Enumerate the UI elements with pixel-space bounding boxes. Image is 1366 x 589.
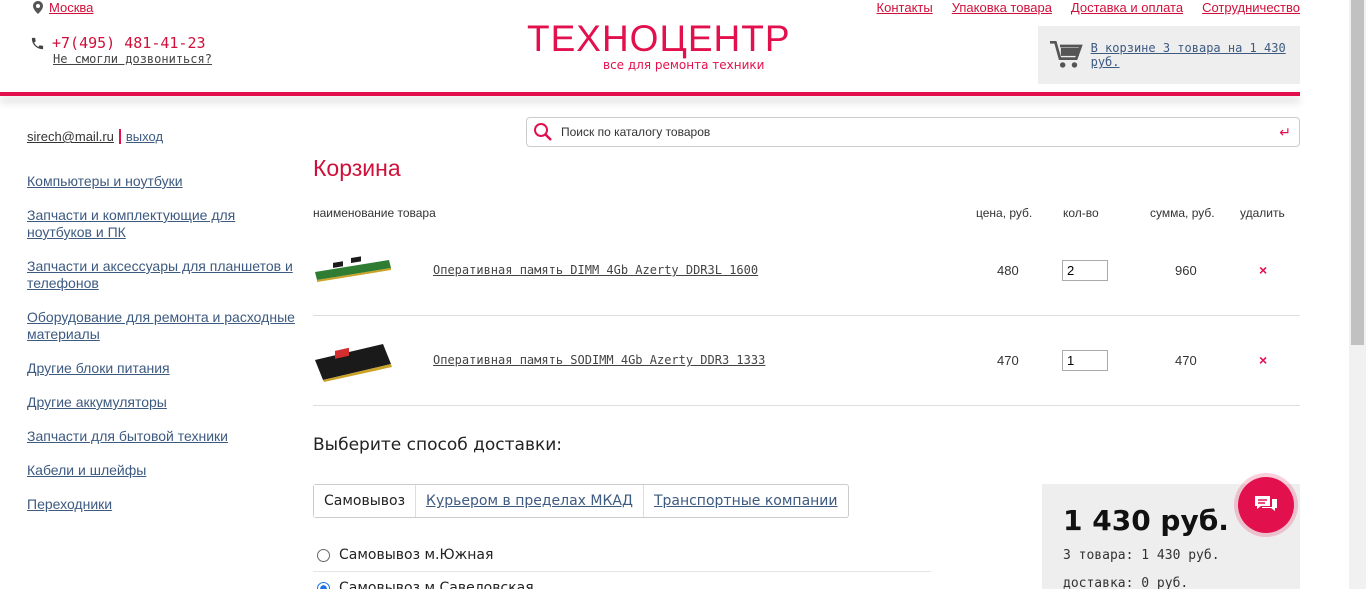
category-pc-parts[interactable]: Запчасти и комплектующие для ноутбуков и… bbox=[27, 207, 297, 241]
category-computers[interactable]: Компьютеры и ноутбуки bbox=[27, 173, 297, 190]
scrollbar-thumb[interactable] bbox=[1351, 0, 1364, 345]
column-qty: кол-во bbox=[1063, 206, 1099, 220]
pickup-option[interactable]: Самовывоз м.Южная bbox=[317, 547, 493, 563]
quantity-input[interactable] bbox=[1062, 350, 1108, 371]
quantity-input[interactable] bbox=[1062, 260, 1108, 281]
delete-icon[interactable]: × bbox=[1259, 352, 1267, 368]
radio-button-selected[interactable] bbox=[317, 581, 330, 589]
city-label[interactable]: Москва bbox=[49, 0, 93, 15]
cart-item-name[interactable]: Оперативная память DIMM 4Gb Azerty DDR3L… bbox=[433, 263, 758, 277]
tab-courier[interactable]: Курьером в пределах МКАД bbox=[416, 485, 644, 517]
chat-icon bbox=[1255, 496, 1277, 511]
top-nav: Контакты Упаковка товара Доставка и опла… bbox=[877, 0, 1300, 15]
delete-icon[interactable]: × bbox=[1259, 262, 1267, 278]
header-cart-summary[interactable]: В корзине 3 товара на 1 430 руб. bbox=[1091, 41, 1300, 69]
location-pin-icon bbox=[33, 1, 43, 14]
phone-icon bbox=[31, 37, 44, 49]
chat-button[interactable] bbox=[1234, 473, 1298, 537]
header-divider bbox=[0, 92, 1300, 96]
tab-transport[interactable]: Транспортные компании bbox=[644, 485, 848, 517]
category-adapters[interactable]: Переходники bbox=[27, 496, 297, 513]
logout-link[interactable]: выход bbox=[126, 129, 163, 144]
order-delivery-cost: доставка: 0 руб. bbox=[1063, 576, 1189, 589]
order-total: 1 430 руб. bbox=[1063, 504, 1229, 537]
cart-item-price: 470 bbox=[997, 353, 1019, 368]
nav-contacts[interactable]: Контакты bbox=[877, 0, 933, 15]
category-menu: Компьютеры и ноутбуки Запчасти и комплек… bbox=[27, 173, 297, 513]
ram-dimm-image[interactable] bbox=[313, 256, 393, 286]
category-cables[interactable]: Кабели и шлейфы bbox=[27, 462, 297, 479]
user-email[interactable]: sirech@mail.ru bbox=[27, 129, 114, 144]
ram-sodimm-image[interactable] bbox=[313, 340, 393, 382]
nav-cooperation[interactable]: Сотрудничество bbox=[1202, 0, 1300, 15]
cart-item-sum: 960 bbox=[1175, 263, 1197, 278]
option-divider bbox=[313, 571, 931, 572]
category-batteries[interactable]: Другие аккумуляторы bbox=[27, 394, 297, 411]
logo-slogan: все для ремонта техники bbox=[603, 58, 765, 72]
phone-number[interactable]: +7(495) 481-41-23 bbox=[52, 34, 206, 52]
search-icon bbox=[534, 123, 552, 141]
page-title: Корзина bbox=[313, 155, 401, 181]
delivery-tabs: Самовывоз Курьером в пределах МКАД Транс… bbox=[313, 484, 849, 518]
category-power-supplies[interactable]: Другие блоки питания bbox=[27, 360, 297, 377]
header-cart[interactable]: В корзине 3 товара на 1 430 руб. bbox=[1038, 26, 1300, 84]
column-sum: сумма, руб. bbox=[1150, 206, 1215, 220]
nav-delivery[interactable]: Доставка и оплата bbox=[1071, 0, 1183, 15]
tab-pickup[interactable]: Самовывоз bbox=[314, 485, 417, 517]
cart-row: Оперативная память DIMM 4Gb Azerty DDR3L… bbox=[313, 226, 1300, 316]
cart-icon bbox=[1050, 40, 1083, 68]
column-delete: удалить bbox=[1240, 206, 1285, 220]
nav-packaging[interactable]: Упаковка товара bbox=[952, 0, 1052, 15]
cart-item-price: 480 bbox=[997, 263, 1019, 278]
category-appliance-parts[interactable]: Запчасти для бытовой техники bbox=[27, 428, 297, 445]
search-placeholder: Поиск по каталогу товаров bbox=[561, 125, 711, 139]
search-input[interactable]: Поиск по каталогу товаров ↵ bbox=[526, 117, 1300, 147]
logo[interactable]: ТЕХНОЦЕНТР bbox=[527, 18, 791, 60]
callback-link[interactable]: Не смогли дозвониться? bbox=[53, 52, 212, 66]
pickup-option-label: Самовывоз м.Савеловская bbox=[339, 580, 534, 589]
radio-button[interactable] bbox=[317, 548, 330, 562]
category-repair-equipment[interactable]: Оборудование для ремонта и расходные мат… bbox=[27, 309, 297, 343]
user-separator bbox=[118, 129, 121, 144]
user-info: sirech@mail.ru выход bbox=[27, 129, 163, 144]
cart-item-sum: 470 bbox=[1175, 353, 1197, 368]
category-tablet-parts[interactable]: Запчасти и аксессуары для планшетов и те… bbox=[27, 258, 297, 292]
pickup-option[interactable]: Самовывоз м.Савеловская bbox=[317, 580, 534, 589]
enter-icon[interactable]: ↵ bbox=[1279, 124, 1291, 141]
cart-item-name[interactable]: Оперативная память SODIMM 4Gb Azerty DDR… bbox=[433, 353, 765, 367]
order-items-count: 3 товара: 1 430 руб. bbox=[1063, 548, 1220, 563]
cart-row: Оперативная память SODIMM 4Gb Azerty DDR… bbox=[313, 316, 1300, 406]
column-price: цена, руб. bbox=[976, 206, 1033, 220]
pickup-option-label: Самовывоз м.Южная bbox=[339, 547, 494, 563]
phone[interactable]: +7(495) 481-41-23 bbox=[30, 34, 206, 52]
delivery-heading: Выберите способ доставки: bbox=[313, 435, 563, 455]
column-name: наименование товара bbox=[313, 206, 436, 220]
city-selector[interactable]: Москва bbox=[33, 0, 93, 15]
